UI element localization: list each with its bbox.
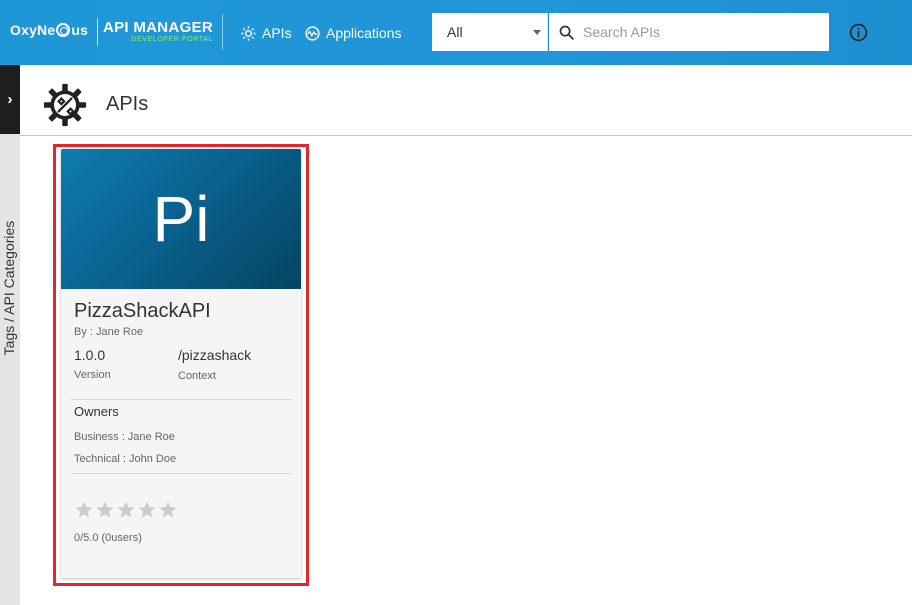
page-header: APIs <box>20 65 912 136</box>
gear-icon <box>241 25 256 41</box>
top-header: OxyNe us API MANAGER DEVELOPER PORTAL API… <box>0 0 912 65</box>
logo-mark-icon <box>56 23 71 37</box>
api-author: By : Jane Roe <box>74 326 144 338</box>
chevron-right-icon: › <box>7 91 13 108</box>
api-version-label: Version <box>74 369 111 381</box>
nav-apis[interactable]: APIs <box>240 22 292 44</box>
star-icon[interactable] <box>74 500 94 520</box>
api-name[interactable]: PizzaShackAPI <box>74 300 211 323</box>
business-owner: Business : Jane Roe <box>74 431 175 443</box>
oxynexus-logo[interactable]: OxyNe us <box>10 22 88 38</box>
page-title: APIs <box>106 93 149 115</box>
info-icon[interactable] <box>849 23 868 42</box>
api-thumbnail-text: Pi <box>152 183 210 255</box>
search-icon <box>549 24 583 41</box>
api-card-pizzashack[interactable]: Pi PizzaShackAPI By : Jane Roe 1.0.0 Ver… <box>61 149 301 578</box>
caret-down-icon <box>533 30 541 35</box>
sidebar-expand-button[interactable]: › <box>0 65 20 134</box>
nav-applications[interactable]: Applications <box>304 22 402 44</box>
card-divider <box>71 399 291 400</box>
search-field[interactable] <box>549 13 829 51</box>
applications-icon <box>305 25 320 41</box>
star-icon[interactable] <box>95 500 115 520</box>
rating-summary: 0/5.0 (0users) <box>74 532 142 544</box>
star-icon[interactable] <box>137 500 157 520</box>
brand-divider <box>97 18 98 46</box>
brand-subtitle: DEVELOPER PORTAL <box>131 36 213 43</box>
card-divider <box>71 473 291 474</box>
sidebar-tags-categories-label[interactable]: Tags / API Categories <box>1 215 19 361</box>
header-divider <box>222 14 223 50</box>
nav-applications-label: Applications <box>326 25 402 41</box>
nav-apis-label: APIs <box>262 25 292 41</box>
api-settings-icon <box>43 83 87 127</box>
owners-heading: Owners <box>74 404 119 419</box>
star-icon[interactable] <box>158 500 178 520</box>
star-rating[interactable] <box>74 500 178 520</box>
logo-text-left: OxyNe <box>10 22 56 38</box>
logo-text-right: us <box>71 22 89 38</box>
api-version-value: 1.0.0 <box>74 347 106 363</box>
product-brand: API MANAGER DEVELOPER PORTAL <box>103 20 213 44</box>
api-filter-select[interactable]: All <box>432 13 548 51</box>
technical-owner: Technical : John Doe <box>74 453 177 465</box>
api-thumbnail[interactable]: Pi <box>61 149 301 289</box>
brand-title: API MANAGER <box>103 19 213 36</box>
search-input[interactable] <box>583 24 823 40</box>
star-icon[interactable] <box>116 500 136 520</box>
api-context-value: /pizzashack <box>178 347 252 363</box>
api-context-label: Context <box>178 370 216 382</box>
filter-select-value: All <box>447 24 463 40</box>
